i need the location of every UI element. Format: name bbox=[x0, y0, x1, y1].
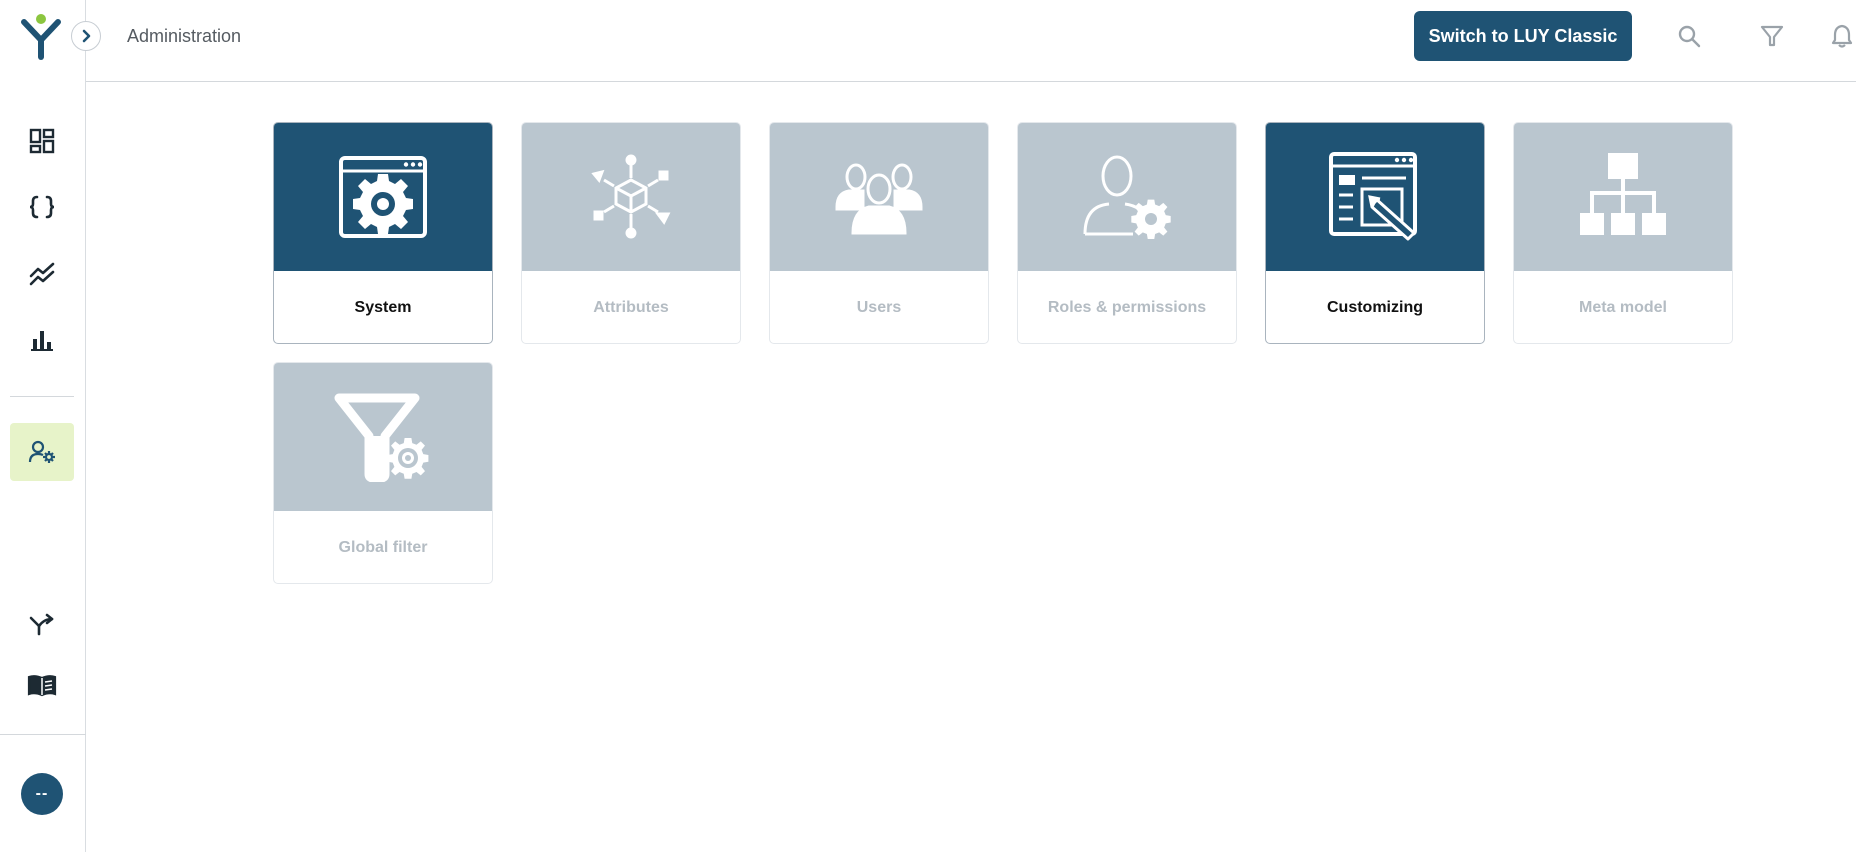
filter-icon bbox=[1760, 25, 1784, 47]
tile-roles-permissions-label: Roles & permissions bbox=[1047, 299, 1207, 316]
sidebar-item-administration[interactable] bbox=[10, 423, 74, 481]
tile-system[interactable]: System bbox=[273, 122, 493, 344]
window-pencil-icon bbox=[1329, 152, 1417, 241]
tile-global-filter-label: Global filter bbox=[338, 539, 428, 556]
app-window: -- Administration Switch to LUY Classic bbox=[0, 0, 1856, 852]
window-gear-icon bbox=[339, 156, 427, 238]
bar-chart-icon bbox=[31, 331, 53, 351]
hierarchy-icon bbox=[1580, 153, 1666, 235]
cube-network-icon bbox=[591, 154, 671, 239]
search-icon bbox=[1678, 25, 1701, 48]
open-book-icon bbox=[27, 675, 57, 697]
user-avatar[interactable]: -- bbox=[21, 773, 63, 815]
tile-system-label: System bbox=[354, 299, 412, 316]
filter-button[interactable] bbox=[1758, 22, 1786, 50]
search-button[interactable] bbox=[1675, 22, 1703, 50]
tile-global-filter-image bbox=[274, 363, 492, 511]
tile-meta-model-label: Meta model bbox=[1578, 299, 1667, 316]
switch-to-classic-button[interactable]: Switch to LUY Classic bbox=[1414, 11, 1632, 61]
sidebar-expand-button[interactable] bbox=[71, 21, 101, 51]
tile-roles-permissions[interactable]: Roles & permissions bbox=[1017, 122, 1237, 344]
app-logo[interactable] bbox=[20, 12, 62, 60]
tile-users-label: Users bbox=[856, 299, 902, 316]
sidebar-item-documentation[interactable] bbox=[10, 657, 74, 715]
sidebar-bottom-divider bbox=[0, 734, 86, 735]
user-gear-icon bbox=[28, 440, 55, 463]
sidebar-item-reports[interactable] bbox=[10, 311, 74, 369]
sidebar-item-trends[interactable] bbox=[10, 245, 74, 303]
dashboard-icon bbox=[29, 128, 55, 154]
sidebar-item-code[interactable] bbox=[10, 178, 74, 236]
curly-braces-icon bbox=[29, 195, 55, 219]
sidebar-divider bbox=[10, 396, 74, 397]
sidebar: -- bbox=[0, 0, 86, 852]
tile-attributes-label: Attributes bbox=[593, 299, 669, 316]
tile-customizing-label: Customizing bbox=[1327, 299, 1423, 316]
merge-arrow-icon bbox=[29, 613, 54, 636]
tile-meta-model[interactable]: Meta model bbox=[1513, 122, 1733, 344]
user-gear-icon bbox=[1083, 155, 1171, 239]
tile-attributes-image bbox=[522, 123, 740, 271]
tile-users[interactable]: Users bbox=[769, 122, 989, 344]
tile-global-filter[interactable]: Global filter bbox=[273, 362, 493, 584]
top-header: Administration Switch to LUY Classic bbox=[86, 0, 1856, 82]
sidebar-item-changes[interactable] bbox=[10, 596, 74, 654]
tile-meta-model-image bbox=[1514, 123, 1732, 271]
tile-customizing[interactable]: Customizing bbox=[1265, 122, 1485, 344]
sidebar-item-dashboard[interactable] bbox=[10, 112, 74, 170]
bell-icon bbox=[1831, 24, 1853, 48]
tile-customizing-image bbox=[1266, 123, 1484, 271]
tile-system-image bbox=[274, 123, 492, 271]
notifications-button[interactable] bbox=[1828, 22, 1856, 50]
chevron-right-icon bbox=[82, 29, 91, 43]
trend-lines-icon bbox=[29, 262, 55, 286]
filter-gear-icon bbox=[334, 393, 429, 482]
page-title: Administration bbox=[127, 26, 242, 46]
tile-roles-permissions-image bbox=[1018, 123, 1236, 271]
tile-users-image bbox=[770, 123, 988, 271]
tile-attributes[interactable]: Attributes bbox=[521, 122, 741, 344]
user-group-icon bbox=[835, 163, 923, 235]
